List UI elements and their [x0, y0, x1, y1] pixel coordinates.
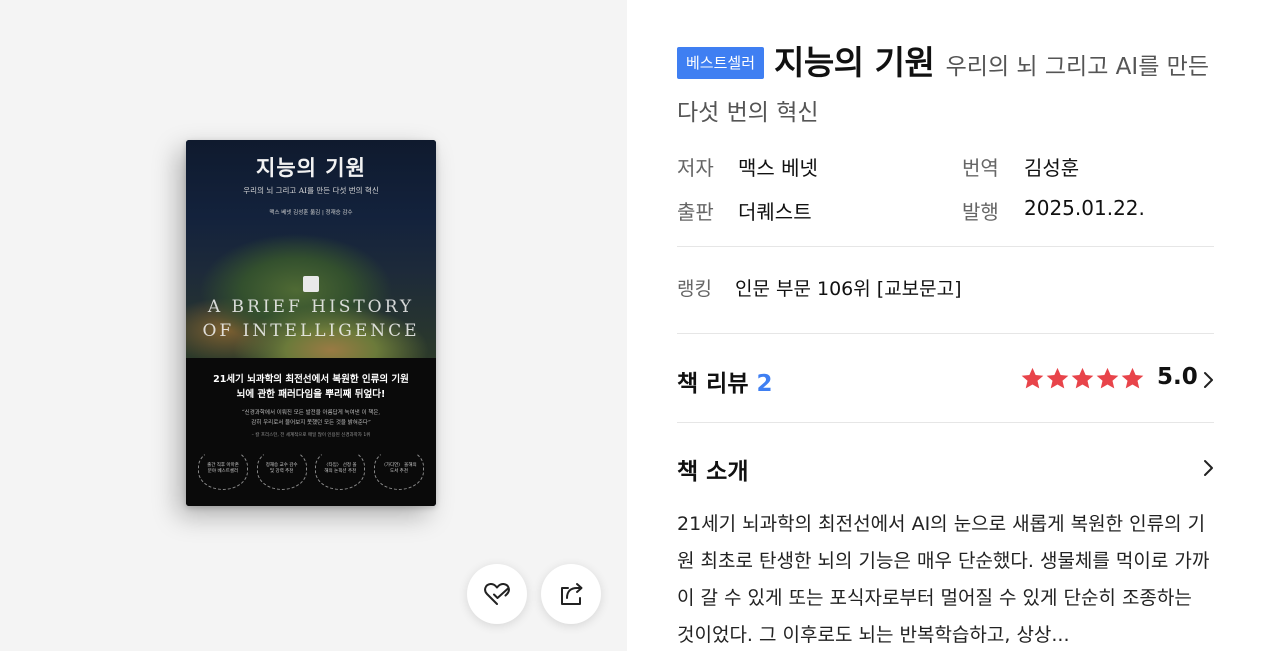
author-name[interactable]: 맥스 베넷: [738, 152, 818, 181]
cover-headline-line1: 21세기 뇌과학의 최전선에서 복원한 인류의 기원: [213, 374, 409, 385]
cover-english-line1: A BRIEF HISTORY: [207, 297, 415, 317]
translator-name[interactable]: 김성훈: [1024, 152, 1079, 181]
star-icon: [1096, 367, 1119, 389]
divider: [677, 333, 1214, 334]
publisher-label: 출판: [677, 200, 714, 224]
review-count: 2: [756, 371, 773, 397]
book-cover-image[interactable]: 지능의 기원 우리의 뇌 그리고 AI를 만든 다섯 번의 혁신 맥스 베넷 김…: [186, 140, 436, 506]
laurel-badge: 출간 직후 아마존 분야 베스트셀러: [198, 448, 248, 490]
star-icon: [1071, 367, 1094, 389]
laurel-badge: 정재승 교수 감수 및 강력 추천: [256, 448, 307, 490]
share-button[interactable]: [541, 564, 601, 624]
book-image-panel: 지능의 기원 우리의 뇌 그리고 AI를 만든 다섯 번의 혁신 맥스 베넷 김…: [0, 0, 627, 651]
publish-date: 2025.01.22.: [1024, 196, 1145, 220]
book-title: 지능의 기원: [774, 43, 935, 82]
cover-subtitle: 우리의 뇌 그리고 AI를 만든 다섯 번의 혁신: [243, 186, 379, 195]
book-review-row[interactable]: 책 리뷰 2 5.0: [677, 360, 1214, 400]
intro-text[interactable]: 21세기 뇌과학의 최전선에서 AI의 눈으로 새롭게 복원한 인류의 기원 최…: [677, 506, 1214, 651]
cover-quote: “신경과학에서 이뤄진 모든 발전을 아름답게 녹여낸 이 책은, 감히 우리로…: [186, 408, 436, 428]
share-icon: [561, 583, 583, 605]
heart-check-icon: [484, 582, 510, 605]
chevron-right-icon[interactable]: [1203, 371, 1214, 389]
cover-authors: 맥스 베넷 김성훈 옮김 | 정재승 감수: [269, 210, 353, 216]
laurel-badge: 〈타임〉 선정 올해의 논픽션 추천: [315, 448, 366, 490]
cover-square-mark: [303, 276, 319, 292]
cover-english-title: A BRIEF HISTORY OF INTELLIGENCE: [186, 295, 436, 343]
publisher-name[interactable]: 더퀘스트: [738, 196, 812, 225]
cover-laurels: 출간 직후 아마존 분야 베스트셀러 정재승 교수 감수 및 강력 추천 〈타임…: [198, 448, 424, 490]
cover-quote-author: – 칼 프리스턴, 전 세계적으로 매일 많이 인용된 신경과학자 1위: [251, 433, 371, 438]
publish-date-label: 발행: [962, 200, 999, 224]
cover-quote-line2: 감히 우리로서 물어보지 못했던 모든 것을 밝혀준다”: [251, 420, 371, 426]
star-icon: [1046, 367, 1069, 389]
cover-english-line2: OF INTELLIGENCE: [202, 321, 420, 341]
author-label: 저자: [677, 156, 714, 180]
wishlist-button[interactable]: [467, 564, 527, 624]
review-section-title: 책 리뷰 2: [677, 364, 773, 398]
star-icon: [1021, 367, 1044, 389]
book-title-block: 베스트셀러 지능의 기원 우리의 뇌 그리고 AI를 만든 다섯 번의 혁신: [677, 40, 1214, 136]
star-icon: [1121, 367, 1144, 389]
divider: [677, 422, 1214, 423]
ranking-label: 랭킹: [677, 278, 712, 300]
rating-stars: [1020, 366, 1145, 391]
cover-quote-line1: “신경과학에서 이뤄진 모든 발전을 아름답게 녹여낸 이 책은,: [241, 410, 381, 416]
laurel-badge: 〈가디언〉 올해의 도서 추천: [373, 448, 424, 490]
ranking-value[interactable]: 인문 부문 106위 [교보문고]: [735, 274, 962, 301]
cover-headline-line2: 뇌에 관한 패러다임을 뿌리째 뒤엎다!: [236, 389, 386, 400]
rating-value: 5.0: [1157, 364, 1198, 390]
cover-headline: 21세기 뇌과학의 최전선에서 복원한 인류의 기원 뇌에 관한 패러다임을 뿌…: [186, 372, 436, 402]
divider: [677, 246, 1214, 247]
bestseller-badge: 베스트셀러: [677, 47, 765, 79]
review-title-label: 책 리뷰: [677, 371, 749, 397]
intro-section-title: 책 소개: [677, 459, 749, 485]
translator-label: 번역: [962, 156, 999, 180]
chevron-right-icon[interactable]: [1203, 459, 1214, 477]
cover-title: 지능의 기원: [256, 155, 366, 180]
